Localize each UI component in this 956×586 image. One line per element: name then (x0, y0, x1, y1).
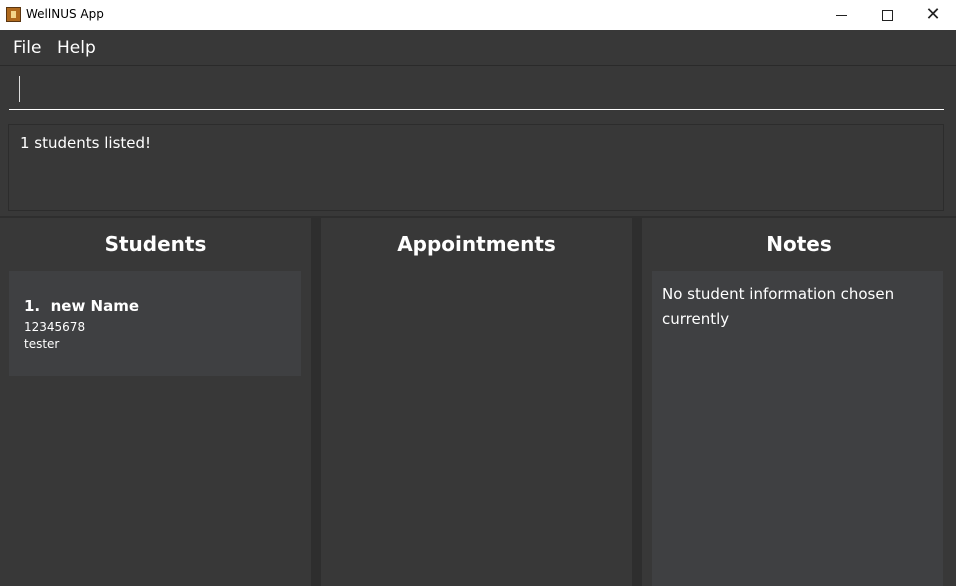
window-title: WellNUS App (26, 7, 104, 21)
maximize-icon (881, 9, 893, 21)
student-index: 1. (24, 297, 41, 315)
student-phone: 12345678 (24, 320, 86, 334)
student-name-text: new Name (50, 297, 140, 315)
pane-top-divider (0, 216, 956, 218)
title-bar: WellNUS App ✕ (0, 0, 956, 30)
minimize-icon (835, 14, 847, 16)
notes-empty-text: No student information chosen currently (662, 285, 895, 328)
maximize-button[interactable] (864, 0, 910, 30)
close-button[interactable]: ✕ (910, 0, 956, 30)
menu-help[interactable]: Help (57, 38, 96, 58)
split-divider-2[interactable] (632, 216, 642, 586)
notes-panel: No student information chosen currently (652, 271, 943, 586)
command-input[interactable] (9, 75, 944, 110)
menu-file[interactable]: File (13, 38, 41, 58)
student-name: 1. new Name (24, 297, 139, 315)
close-icon: ✕ (925, 4, 941, 25)
result-text: 1 students listed! (20, 134, 152, 152)
student-card[interactable]: 1. new Name 12345678 tester (9, 271, 301, 376)
app-icon (6, 7, 21, 22)
text-caret (19, 76, 20, 102)
split-divider-1[interactable] (311, 216, 321, 586)
appointments-title: Appointments (397, 232, 556, 256)
result-display: 1 students listed! (8, 124, 944, 211)
student-tag: tester (24, 337, 60, 351)
command-box (0, 67, 956, 117)
menu-bar: File Help (0, 30, 956, 66)
notes-title: Notes (766, 232, 832, 256)
minimize-button[interactable] (818, 0, 864, 30)
students-title: Students (104, 232, 207, 256)
